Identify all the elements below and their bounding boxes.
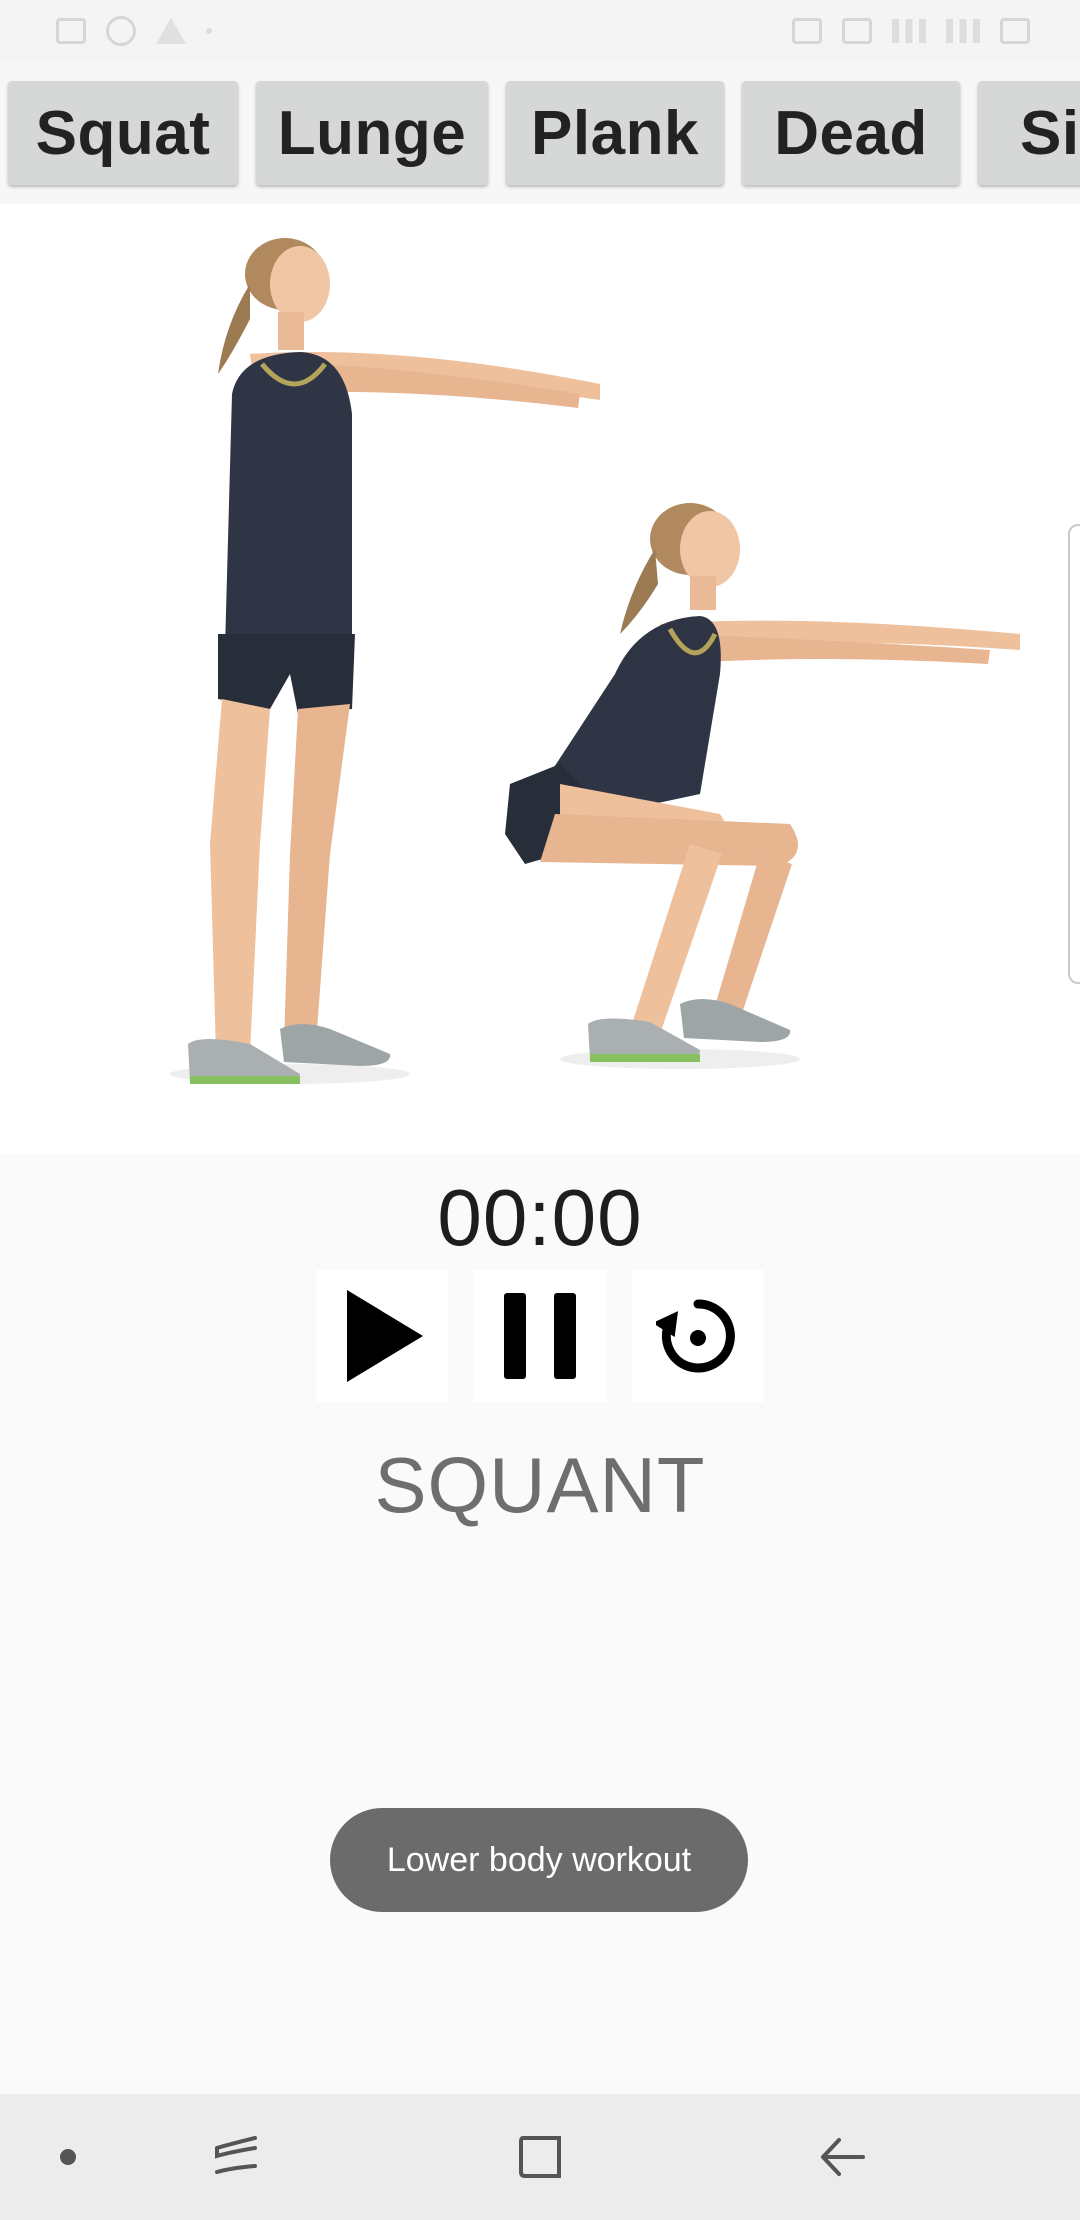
navigation-bar <box>0 2094 1080 2220</box>
more-notifications-icon <box>206 28 212 34</box>
tab-dead[interactable]: Dead <box>742 81 960 185</box>
exercise-illustration <box>0 204 1080 1154</box>
tab-lunge[interactable]: Lunge <box>256 81 488 185</box>
nav-home-button[interactable] <box>480 2094 600 2220</box>
squat-illustration-image <box>170 238 1020 1084</box>
pause-icon <box>504 1293 576 1379</box>
nav-back-button[interactable] <box>782 2094 902 2220</box>
nav-dot-button[interactable] <box>8 2094 128 2220</box>
edge-panel-handle[interactable] <box>1068 524 1080 984</box>
squatting-figure <box>505 503 1020 1062</box>
dot-icon <box>60 2149 76 2165</box>
exercise-name: SQUANT <box>374 1441 706 1529</box>
standing-figure <box>188 238 600 1084</box>
pause-button[interactable] <box>474 1270 606 1402</box>
play-icon <box>347 1290 423 1382</box>
home-icon <box>519 2136 561 2178</box>
nfc-icon <box>842 18 872 44</box>
exercise-tab-strip[interactable]: Squat Lunge Plank Dead Si <box>0 62 1080 204</box>
reset-icon <box>656 1299 735 1373</box>
status-left-icons <box>56 16 212 46</box>
gallery-notification-icon <box>56 18 86 44</box>
timer-display: 00:00 <box>437 1173 643 1262</box>
battery-icon <box>1000 18 1030 44</box>
back-arrow-icon <box>821 2138 865 2176</box>
alert-notification-icon <box>156 18 186 44</box>
tab-partial[interactable]: Si <box>978 81 1080 185</box>
tab-plank[interactable]: Plank <box>506 81 724 185</box>
recents-icon <box>215 2136 257 2174</box>
mute-icon <box>792 18 822 44</box>
app-notification-icon <box>106 16 136 46</box>
status-right-icons <box>792 18 1030 44</box>
timer-controls <box>0 1270 1080 1402</box>
signal-icon <box>892 19 926 43</box>
toast-message: Lower body workout <box>330 1808 748 1912</box>
wifi-icon <box>946 19 980 43</box>
tab-squat[interactable]: Squat <box>8 81 238 185</box>
reset-button[interactable] <box>632 1270 764 1402</box>
nav-recents-button[interactable] <box>176 2094 296 2220</box>
status-bar <box>0 0 1080 62</box>
play-button[interactable] <box>316 1270 448 1402</box>
